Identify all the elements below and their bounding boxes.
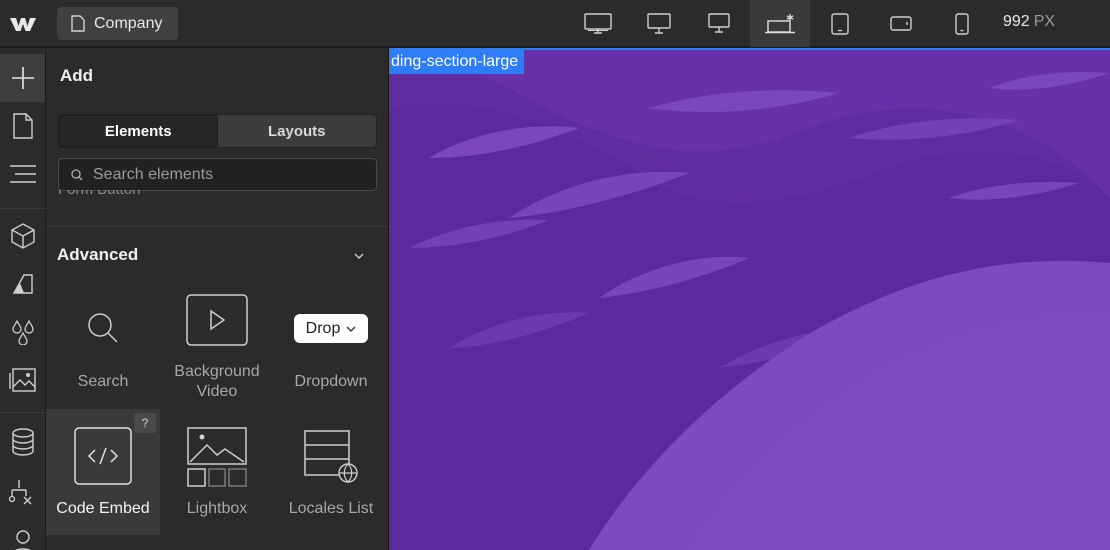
monitor-icon (647, 12, 671, 34)
chevron-down-icon (346, 326, 356, 332)
rail-navigator-button[interactable] (0, 150, 45, 198)
rail-assets-button[interactable] (0, 356, 45, 404)
panel-title: Add (60, 66, 94, 85)
page-switcher-button[interactable]: Company (57, 7, 178, 40)
add-panel: Add Elements Layouts Form Button Advance… (46, 48, 389, 550)
element-label: Code Embed (56, 500, 150, 517)
tablet-icon (831, 12, 849, 35)
rail-users-button[interactable] (0, 518, 45, 550)
page-name: Company (94, 14, 163, 32)
element-search[interactable]: Search (46, 282, 160, 408)
rail-divider (0, 208, 46, 209)
rail-styles-button[interactable] (0, 260, 45, 308)
rail-divider (0, 412, 46, 413)
search-icon (71, 168, 83, 180)
canvas-width-readout[interactable]: 992 PX (1003, 13, 1055, 31)
breakpoint-tablet[interactable] (810, 0, 870, 47)
flow-icon (8, 480, 31, 505)
image-icon (8, 368, 36, 392)
rail-variables-button[interactable] (0, 308, 45, 356)
selected-element-tag[interactable]: ding-section-large (389, 50, 525, 74)
style-selectors-icon (12, 274, 33, 294)
rail-add-elements-button[interactable] (0, 54, 45, 102)
tab-elements[interactable]: Elements (59, 115, 218, 147)
breakpoint-desktop-base[interactable] (750, 0, 810, 47)
breakpoint-mobile-landscape[interactable] (871, 0, 931, 47)
page-icon (12, 113, 33, 139)
lightbox-icon (160, 427, 274, 487)
top-bar: Company 992 PX (0, 0, 1110, 47)
rail-components-button[interactable] (0, 212, 45, 260)
element-label: Dropdown (294, 373, 368, 390)
cube-icon (10, 223, 35, 249)
section-title-advanced[interactable]: Advanced (57, 245, 138, 265)
dropdown-pill-icon: Drop (274, 314, 388, 343)
chevron-down-icon[interactable] (353, 248, 365, 266)
element-dropdown[interactable]: Drop Dropdown (274, 282, 388, 408)
play-icon (160, 294, 274, 346)
plus-icon (11, 67, 34, 89)
panel-tabs: Elements Layouts (58, 114, 377, 148)
element-label: Lightbox (186, 500, 248, 517)
breakpoint-desktop-xl[interactable] (629, 0, 689, 47)
database-icon (11, 428, 34, 456)
tab-layouts[interactable]: Layouts (218, 115, 377, 147)
monitor-large-icon (584, 12, 612, 34)
element-label: Search (77, 373, 129, 390)
rail-logic-button[interactable] (0, 468, 45, 516)
page-icon (71, 15, 85, 32)
hero-background-illustration (389, 48, 1110, 550)
search-icon (46, 312, 160, 344)
element-label: Background Video (174, 363, 260, 400)
canvas-width-value: 992 (1003, 13, 1030, 30)
breakpoint-mobile-portrait[interactable] (932, 0, 992, 47)
element-code-embed[interactable]: ? Code Embed (46, 409, 160, 535)
left-icon-rail (0, 48, 46, 550)
rail-pages-button[interactable] (0, 102, 45, 150)
phone-landscape-icon (890, 15, 912, 31)
breakpoint-desktop-xxl[interactable] (568, 0, 628, 47)
breakpoint-desktop-l[interactable] (689, 0, 749, 47)
laptop-star-icon (765, 13, 795, 33)
monitor-small-icon (708, 13, 730, 33)
dropdown-pill-text: Drop (305, 319, 341, 337)
search-elements-input[interactable] (93, 165, 363, 184)
form-button-item-label[interactable]: Form Button (58, 190, 141, 202)
section-divider (46, 226, 388, 227)
phone-icon (955, 12, 969, 35)
user-icon (14, 530, 31, 550)
navigator-icon (9, 165, 36, 183)
element-locales-list[interactable]: Locales List (274, 409, 388, 535)
search-box (58, 158, 377, 191)
element-lightbox[interactable]: Lightbox (160, 409, 274, 535)
canvas-width-unit: PX (1033, 13, 1056, 30)
locales-list-icon (274, 429, 388, 485)
rail-cms-button[interactable] (0, 418, 45, 466)
webflow-logo-icon[interactable] (0, 0, 46, 47)
element-background-video[interactable]: Background Video (160, 282, 274, 408)
design-canvas[interactable]: ding-section-large (389, 48, 1110, 550)
code-embed-icon (46, 427, 160, 485)
element-label: Locales List (288, 500, 374, 517)
droplets-icon (11, 319, 34, 345)
